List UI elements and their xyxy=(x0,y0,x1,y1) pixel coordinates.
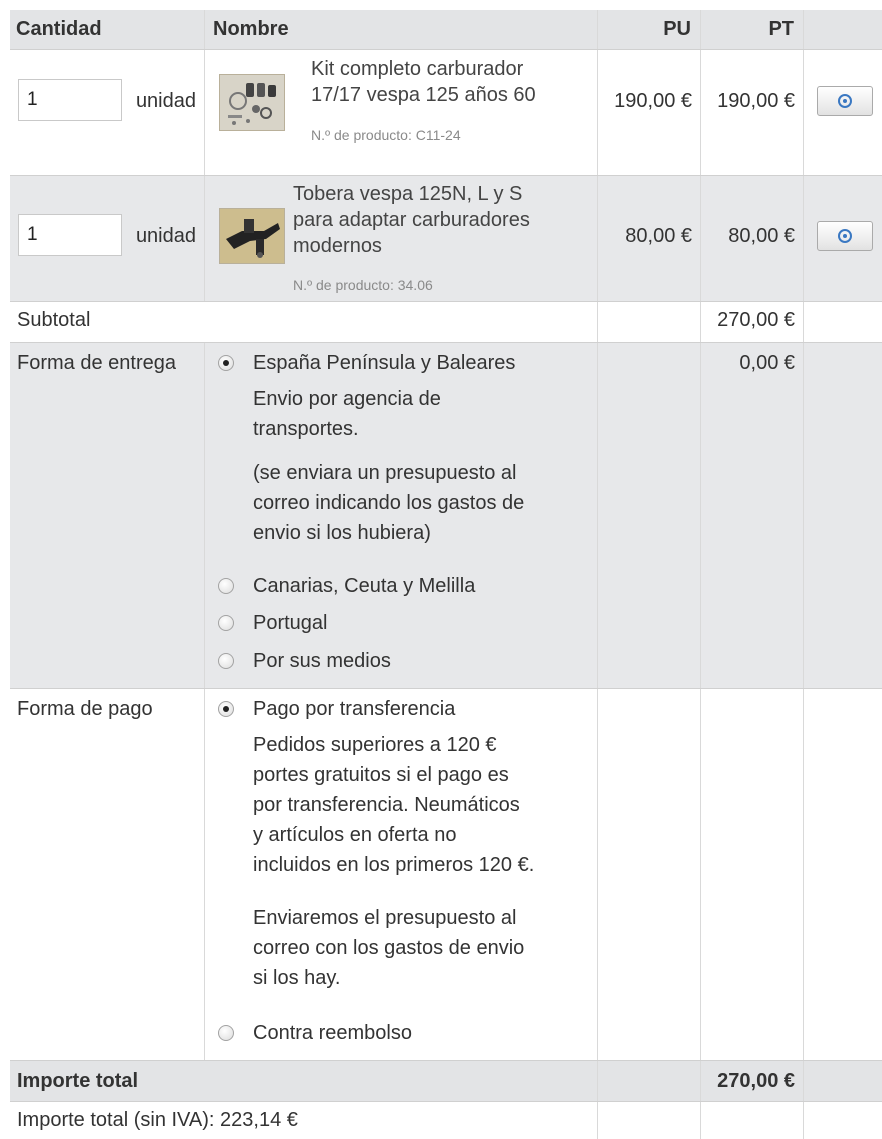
subtotal-value: 270,00 € xyxy=(717,309,795,331)
payment-note: Enviaremos el presupuesto al correo con … xyxy=(253,903,583,993)
total-row: Importe total 270,00 € xyxy=(10,1060,882,1101)
delivery-option-label[interactable]: Portugal xyxy=(253,612,328,635)
description-line: incluidos en los primeros 120 €. xyxy=(253,854,535,876)
description-line: transportes. xyxy=(253,418,359,440)
product-name-line: modernos xyxy=(293,235,382,257)
product-name-link[interactable]: Tobera vespa 125N, L y S para adaptar ca… xyxy=(293,181,530,259)
quantity-input[interactable] xyxy=(18,79,122,121)
product-name-line: Tobera vespa 125N, L y S xyxy=(293,183,523,205)
description-line: (se enviara un presupuesto al xyxy=(253,462,517,484)
description-line: Pedidos superiores a 120 € xyxy=(253,734,497,756)
total-label: Importe total xyxy=(17,1070,139,1092)
delivery-option-label[interactable]: Por sus medios xyxy=(253,650,391,673)
description-line: envio si los hubiera) xyxy=(253,522,431,544)
payment-option-label[interactable]: Pago por transferencia xyxy=(253,698,455,721)
payment-option-label[interactable]: Contra reembolso xyxy=(253,1022,412,1045)
payment-description: Pedidos superiores a 120 € portes gratui… xyxy=(253,730,583,880)
total-value: 270,00 € xyxy=(717,1070,795,1092)
header-actions xyxy=(804,10,882,49)
delivery-label: Forma de entrega xyxy=(17,352,176,374)
trash-icon xyxy=(838,229,852,243)
description-line: y artículos en oferta no xyxy=(253,824,457,846)
subtotal-label: Subtotal xyxy=(17,309,91,331)
product-sku: N.º de producto: 34.06 xyxy=(293,277,433,293)
table-row: unidad Tobera vespa 125N, L y S para ada… xyxy=(10,175,882,301)
line-total: 190,00 € xyxy=(717,90,795,112)
unit-price: 190,00 € xyxy=(614,90,692,112)
unit-label: unidad xyxy=(135,90,196,112)
subtotal-row: Subtotal 270,00 € xyxy=(10,301,882,342)
description-line: Enviaremos el presupuesto al xyxy=(253,907,517,929)
cart-table: Cantidad Nombre PU PT unidad xyxy=(10,10,882,1139)
description-line: correo con los gastos de envio xyxy=(253,937,525,959)
delivery-row: Forma de entrega España Península y Bale… xyxy=(10,342,882,688)
radio-portugal[interactable] xyxy=(218,615,234,631)
radio-peninsula[interactable] xyxy=(218,355,234,371)
table-row: unidad Kit completo carburador xyxy=(10,49,882,175)
description-line: correo indicando los gastos de xyxy=(253,492,525,514)
delivery-cost: 0,00 € xyxy=(739,352,795,374)
product-thumbnail[interactable] xyxy=(219,208,285,264)
description-line: por transferencia. Neumáticos xyxy=(253,794,520,816)
product-name-line: para adaptar carburadores xyxy=(293,209,530,231)
delivery-option-label[interactable]: Canarias, Ceuta y Melilla xyxy=(253,575,475,598)
payment-row: Forma de pago Pago por transferencia Ped… xyxy=(10,688,882,1060)
table-header: Cantidad Nombre PU PT xyxy=(10,10,882,49)
remove-item-button[interactable] xyxy=(817,221,873,251)
product-thumbnail[interactable] xyxy=(219,74,285,131)
product-sku: N.º de producto: C11-24 xyxy=(311,127,461,143)
delivery-description: Envio por agencia de transportes. xyxy=(253,384,583,444)
radio-own-means[interactable] xyxy=(218,653,234,669)
product-name-link[interactable]: Kit completo carburador 17/17 vespa 125 … xyxy=(311,56,536,108)
nozzle-part-icon xyxy=(220,209,284,263)
line-total: 80,00 € xyxy=(728,225,795,247)
net-total-row: Importe total (sin IVA): 223,14 € xyxy=(10,1101,882,1139)
product-name-line: 17/17 vespa 125 años 60 xyxy=(311,84,536,106)
description-line: Envio por agencia de xyxy=(253,388,441,410)
quantity-input[interactable] xyxy=(18,214,122,256)
description-line: portes gratuitos si el pago es xyxy=(253,764,509,786)
remove-item-button[interactable] xyxy=(817,86,873,116)
description-line: si los hay. xyxy=(253,967,341,989)
unit-price: 80,00 € xyxy=(625,225,692,247)
delivery-note: (se enviara un presupuesto al correo ind… xyxy=(253,458,583,548)
delivery-option-label[interactable]: España Península y Baleares xyxy=(253,352,515,375)
header-unit-price: PU xyxy=(598,10,701,49)
unit-label: unidad xyxy=(135,225,196,247)
radio-transfer[interactable] xyxy=(218,701,234,717)
header-quantity: Cantidad xyxy=(10,10,205,49)
delivery-options: España Península y Baleares Envio por ag… xyxy=(205,343,598,688)
header-name: Nombre xyxy=(205,10,598,49)
payment-label: Forma de pago xyxy=(17,698,153,720)
net-total-text: Importe total (sin IVA): 223,14 € xyxy=(17,1109,298,1131)
carburetor-kit-icon xyxy=(220,75,284,130)
payment-options: Pago por transferencia Pedidos superiore… xyxy=(205,689,598,1060)
product-name-line: Kit completo carburador xyxy=(311,58,524,80)
header-total-price: PT xyxy=(701,10,804,49)
radio-cash-on-delivery[interactable] xyxy=(218,1025,234,1041)
trash-icon xyxy=(838,94,852,108)
radio-canarias[interactable] xyxy=(218,578,234,594)
